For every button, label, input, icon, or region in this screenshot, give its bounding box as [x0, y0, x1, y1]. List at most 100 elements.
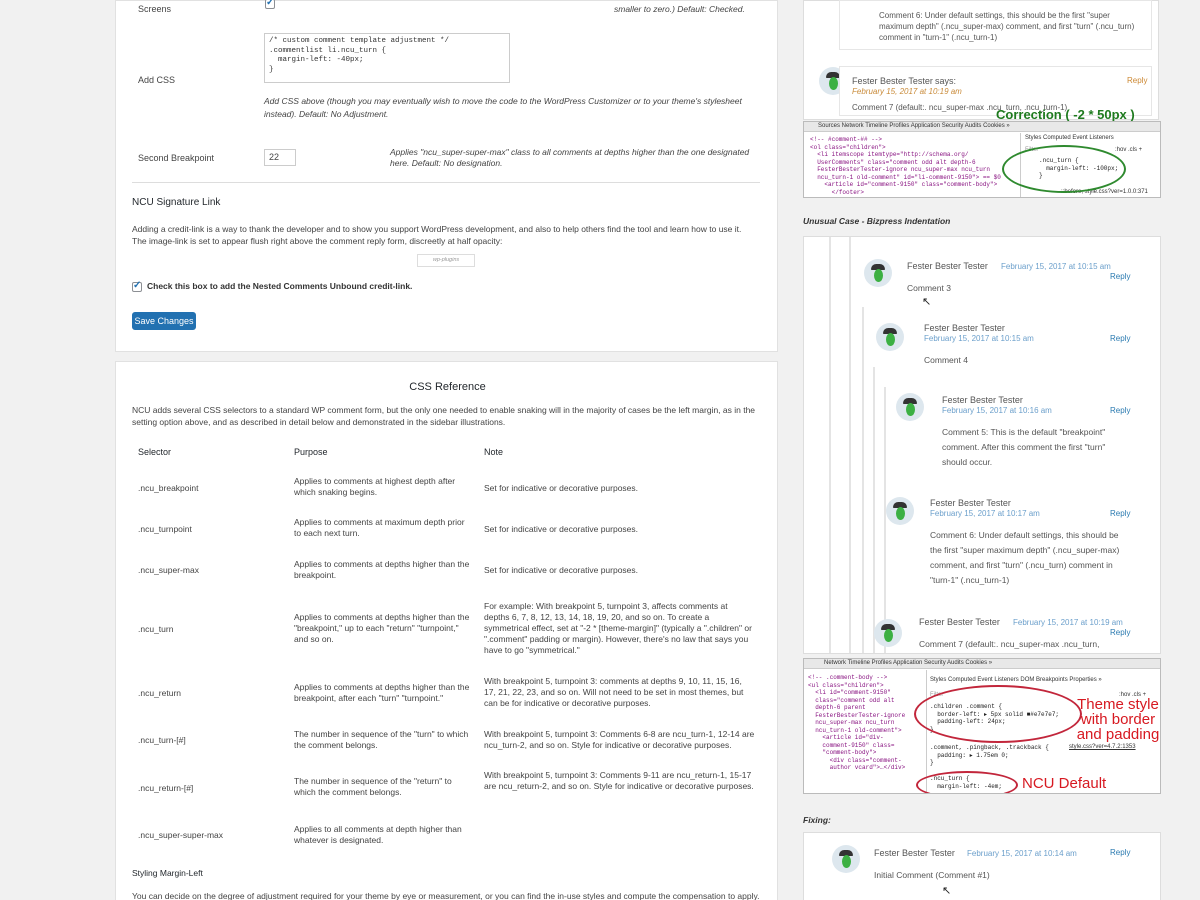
avatar — [832, 845, 860, 873]
correction-annotation: Correction ( -2 * 50px ) — [996, 107, 1135, 122]
row-selector: .ncu_super-super-max — [138, 830, 224, 840]
comment-date[interactable]: February 15, 2017 at 10:19 am — [1013, 618, 1123, 627]
avatar — [864, 259, 892, 287]
row-note: With breakpoint 5, turnpoint 3: Comments… — [484, 729, 755, 750]
screens-note: smaller to zero.) Default: Checked. — [614, 4, 745, 14]
comment-author: Fester Bester Tester — [942, 395, 1023, 405]
row-selector: .ncu_turnpoint — [138, 524, 192, 534]
header-purpose: Purpose — [294, 447, 328, 457]
thread-line — [884, 387, 886, 653]
comment-date[interactable]: February 15, 2017 at 10:14 am — [967, 849, 1077, 858]
settings-panel: Screens smaller to zero.) Default: Check… — [115, 0, 778, 352]
theme-style-oval — [914, 685, 1082, 743]
row-purpose: Applies to comments at depths higher tha… — [294, 682, 470, 703]
row-selector: .ncu_return-[#] — [138, 783, 194, 793]
add-css-note: Add CSS above (though you may eventually… — [264, 96, 742, 119]
row-purpose: Applies to comments at depths higher tha… — [294, 559, 470, 580]
comment-date[interactable]: February 15, 2017 at 10:16 am — [942, 406, 1052, 415]
comment-text: Comment 7 (default:. ncu_super-max .ncu_… — [919, 639, 1100, 649]
row-selector: .ncu_super-max — [138, 565, 199, 575]
reply-link[interactable]: Reply — [1110, 406, 1130, 415]
comment-author: Fester Bester Tester — [874, 848, 955, 858]
add-css-label: Add CSS — [138, 75, 176, 85]
reply-link[interactable]: Reply — [1110, 509, 1130, 518]
reply-link[interactable]: Reply — [1110, 272, 1130, 281]
save-changes-button[interactable]: Save Changes — [132, 312, 196, 330]
devtools-panel-1: Sources Network Timeline Profiles Applic… — [803, 121, 1161, 198]
credit-link-image: wp-plugins — [417, 254, 475, 267]
signature-description: Adding a credit-link is a way to thank t… — [132, 224, 742, 246]
fixing-caption: Fixing: — [803, 815, 831, 825]
avatar — [886, 497, 914, 525]
comment-author: Fester Bester Tester — [924, 323, 1005, 333]
second-breakpoint-note: Applies "ncu_super-super-max" class to a… — [390, 147, 750, 168]
comment-text: Comment 3 — [907, 283, 951, 293]
fixing-thread: Fester Bester Tester February 15, 2017 a… — [803, 832, 1161, 900]
screens-checkbox[interactable] — [265, 0, 275, 9]
comment-author: Fester Bester Tester — [852, 76, 933, 86]
comment-author: Fester Bester Tester — [919, 617, 1000, 627]
thread-line — [829, 237, 831, 653]
comment-padding-rule: .comment, .pingback, .trackback { paddin… — [930, 744, 1049, 766]
correction-oval — [1002, 145, 1126, 193]
row-purpose: Applies to all comments at depth higher … — [294, 824, 462, 845]
devtools-dom-tree: <!-- .comment-body --> <ul class="childr… — [808, 674, 906, 771]
theme-style-annotation: Theme style with border and padding — [1076, 696, 1160, 743]
comment-says: says: — [935, 76, 957, 86]
thread-line — [862, 307, 864, 653]
devtools-tabs: Sources Network Timeline Profiles Applic… — [804, 122, 1160, 132]
row-note: For example: With breakpoint 5, turnpoin… — [484, 601, 752, 655]
row-note: With breakpoint 5, turnpoint 3: Comments… — [484, 770, 754, 791]
row-selector: .ncu_return — [138, 688, 181, 698]
second-breakpoint-label: Second Breakpoint — [138, 153, 215, 163]
avatar — [896, 393, 924, 421]
header-selector: Selector — [138, 447, 172, 457]
sidebar-top-card: Comment 6: Under default settings, this … — [803, 0, 1159, 122]
ncu-default-annotation: NCU Default — [1022, 775, 1107, 792]
css-textarea[interactable]: /* custom comment template adjustment */… — [264, 33, 510, 83]
divider — [132, 182, 760, 183]
unusual-case-caption: Unusual Case - Bizpress Indentation — [803, 216, 951, 226]
mouse-cursor-icon: ↖ — [922, 296, 932, 308]
comment-date[interactable]: February 15, 2017 at 10:19 am — [852, 87, 962, 96]
comment-6-box: Comment 6: Under default settings, this … — [839, 0, 1152, 50]
row-selector: .ncu_turn-[#] — [138, 735, 186, 745]
reply-link[interactable]: Reply — [1110, 628, 1130, 637]
styling-heading: Styling Margin-Left — [132, 868, 203, 878]
reply-link[interactable]: Reply — [1110, 334, 1130, 343]
row-purpose: Applies to comments at maximum depth pri… — [294, 517, 465, 538]
row-purpose: Applies to comments at depths higher tha… — [294, 612, 470, 644]
header-note: Note — [484, 447, 504, 457]
row-selector: .ncu_breakpoint — [138, 483, 199, 493]
row-note: Set for indicative or decorative purpose… — [484, 483, 639, 493]
comment-6-text: Comment 6: Under default settings, this … — [879, 11, 1135, 42]
comment-date[interactable]: February 15, 2017 at 10:15 am — [924, 334, 1034, 343]
reference-title: CSS Reference — [409, 381, 486, 393]
comment-date[interactable]: February 15, 2017 at 10:15 am — [1001, 262, 1111, 271]
mouse-cursor-icon: ↖ — [942, 885, 952, 897]
comment-author: Fester Bester Tester — [930, 498, 1011, 508]
thread-line — [849, 237, 851, 653]
signature-heading: NCU Signature Link — [132, 197, 221, 208]
reply-link[interactable]: Reply — [1127, 76, 1147, 85]
comment-text: Comment 4 — [924, 355, 968, 365]
comment-date[interactable]: February 15, 2017 at 10:17 am — [930, 509, 1040, 518]
row-note: With breakpoint 5, turnpoint 3: comments… — [484, 676, 744, 708]
comment-text: Comment 5: This is the default "breakpoi… — [942, 427, 1106, 467]
row-note: Set for indicative or decorative purpose… — [484, 524, 639, 534]
comment-text: Initial Comment (Comment #1) — [874, 870, 990, 880]
devtools-dom-tree: <!-- #comment-## --> <ol class="children… — [810, 136, 1016, 196]
second-breakpoint-input[interactable]: 22 — [264, 149, 296, 166]
credit-link-label: Check this box to add the Nested Comment… — [147, 281, 413, 291]
reply-link[interactable]: Reply — [1110, 848, 1130, 857]
comment-text: Comment 6: Under default settings, this … — [930, 530, 1120, 585]
devtools-tabs: Network Timeline Profiles Application Se… — [804, 659, 1160, 669]
row-purpose: The number in sequence of the "return" t… — [294, 776, 452, 797]
thread-line — [873, 367, 875, 653]
row-note: Set for indicative or decorative purpose… — [484, 565, 639, 575]
avatar — [874, 619, 902, 647]
avatar — [876, 323, 904, 351]
credit-link-checkbox[interactable] — [132, 280, 142, 292]
screens-label: Screens — [138, 4, 172, 14]
css-reference-panel: CSS Reference NCU adds several CSS selec… — [115, 361, 778, 900]
